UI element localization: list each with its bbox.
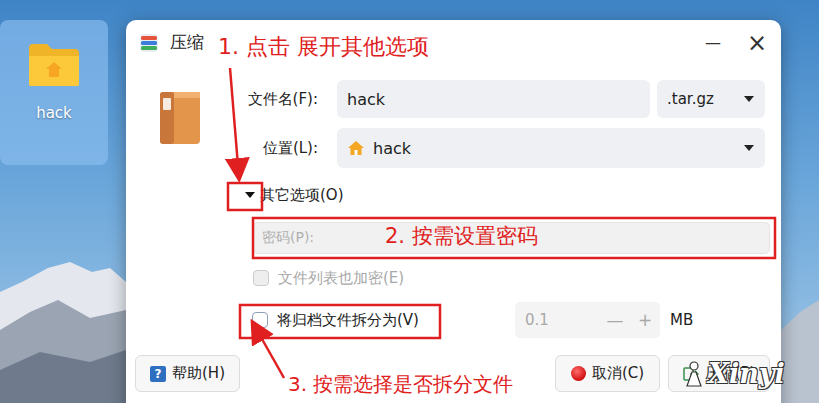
- cancel-button[interactable]: 取消(C): [555, 355, 660, 392]
- more-options-toggle[interactable]: 其它选项(O): [236, 182, 765, 208]
- split-size-spinner[interactable]: 0.1 — +: [515, 302, 660, 338]
- increment-button[interactable]: +: [630, 310, 660, 330]
- folder-label: hack: [36, 104, 72, 122]
- compress-form: 文件名(F): hack .tar.gz 位置(L): hack 其它选项(O)…: [236, 65, 765, 338]
- compress-dialog: 压缩 — × 文件名(F): hack .tar.gz 位置(L): hack …: [126, 20, 781, 403]
- highlight-box: [228, 183, 262, 210]
- annotation-label: 2. 按需设置密码: [385, 224, 538, 249]
- folder-icon: [27, 42, 81, 88]
- window-title: 压缩: [170, 31, 204, 54]
- highlight-box: [240, 305, 440, 338]
- split-unit: MB: [670, 311, 693, 329]
- dropdown-arrow-icon: [743, 144, 755, 152]
- cancel-icon: [571, 366, 586, 381]
- split-option: 将归档文件拆分为(V) 0.1 — + MB: [253, 302, 765, 338]
- annotation-label: 3. 按需选择是否拆分文件: [288, 372, 513, 396]
- close-button[interactable]: ×: [747, 31, 767, 55]
- watermark-logo-icon: [684, 360, 704, 388]
- highlight-box: [253, 218, 775, 258]
- decrement-button[interactable]: —: [600, 310, 630, 330]
- minimize-button[interactable]: —: [705, 35, 721, 51]
- split-checkbox[interactable]: [252, 312, 268, 328]
- annotation-label: 1. 点击 展开其他选项: [218, 34, 429, 60]
- format-dropdown[interactable]: .tar.gz: [657, 80, 765, 118]
- dropdown-arrow-icon: [743, 95, 755, 103]
- arrow-icon: [253, 323, 284, 378]
- split-checkbox-row[interactable]: 将归档文件拆分为(V): [253, 311, 515, 330]
- encrypt-checkbox[interactable]: [253, 270, 269, 286]
- filename-label: 文件名(F):: [236, 90, 318, 109]
- expand-triangle-icon: [244, 189, 256, 201]
- desktop: hack 压缩 — × 文件名(F): hack .tar.gz 位置(L): …: [0, 0, 819, 403]
- archive-box-icon: [158, 90, 202, 146]
- help-icon: ?: [150, 366, 166, 382]
- encrypt-list-option[interactable]: 文件列表也加密(E): [253, 266, 765, 290]
- help-button[interactable]: ? 帮助(H): [135, 355, 240, 392]
- archive-app-icon: [138, 32, 160, 54]
- watermark: Xinyi: [684, 358, 785, 389]
- annotation-marks: [0, 0, 819, 403]
- home-icon: [347, 140, 365, 156]
- desktop-folder[interactable]: hack: [0, 20, 108, 165]
- filename-input[interactable]: hack: [337, 80, 650, 118]
- split-size-value[interactable]: 0.1: [515, 311, 600, 329]
- location-label: 位置(L):: [236, 139, 318, 158]
- location-dropdown[interactable]: hack: [337, 128, 765, 168]
- arrow-icon: [230, 68, 239, 178]
